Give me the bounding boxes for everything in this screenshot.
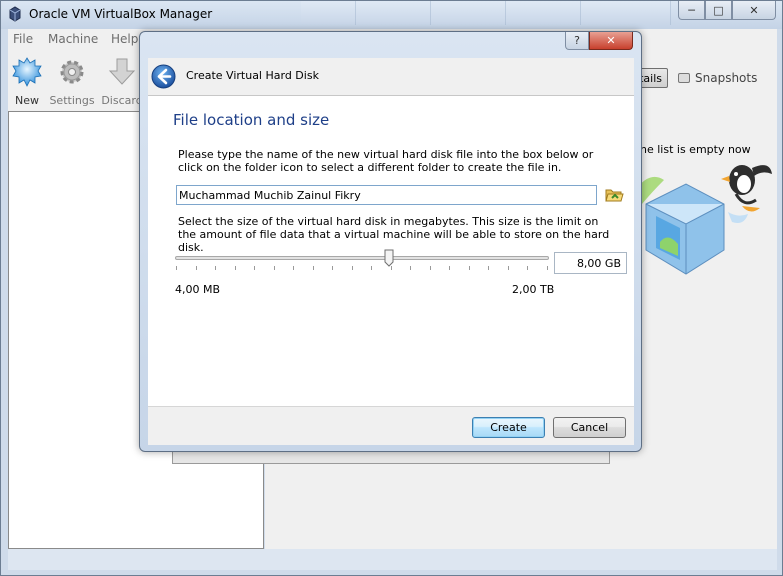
dialog-header: Create Virtual Hard Disk xyxy=(148,58,634,95)
slider-max-label: 2,00 TB xyxy=(512,283,555,296)
file-location-input[interactable] xyxy=(176,185,597,205)
slider-tick xyxy=(430,266,431,270)
slider-handle[interactable] xyxy=(384,249,394,267)
cancel-button[interactable]: Cancel xyxy=(553,417,626,438)
snapshots-label: Snapshots xyxy=(695,71,758,85)
slider-tick xyxy=(410,266,411,270)
slider-tick xyxy=(196,266,197,270)
slider-tick xyxy=(293,266,294,270)
slider-tick xyxy=(488,266,489,270)
slider-tick xyxy=(391,266,392,270)
window-caption-buttons: ─ □ ✕ xyxy=(678,1,776,21)
dialog-caption-buttons: ? ✕ xyxy=(565,32,633,50)
minimize-icon: ─ xyxy=(688,3,695,17)
settings-label: Settings xyxy=(49,94,95,107)
dialog-page: File location and size Please type the n… xyxy=(148,95,634,406)
camera-icon xyxy=(678,73,690,83)
close-icon: ✕ xyxy=(749,3,759,17)
slider-tick xyxy=(547,266,548,270)
slider-tick xyxy=(508,266,509,270)
virtualbox-app-icon xyxy=(9,6,21,22)
maximize-icon: □ xyxy=(713,3,724,17)
window-bottom-border xyxy=(8,549,777,570)
slider-tick xyxy=(254,266,255,270)
slider-groove xyxy=(175,256,549,260)
page-title: File location and size xyxy=(173,111,330,129)
discard-arrow-icon xyxy=(108,58,136,85)
dialog-title: Create Virtual Hard Disk xyxy=(186,69,319,82)
folder-open-icon[interactable] xyxy=(604,185,624,205)
slider-tick xyxy=(235,266,236,270)
title-bar: Oracle VM VirtualBox Manager ─ □ ✕ xyxy=(1,1,782,29)
menu-help[interactable]: Help xyxy=(111,32,138,46)
location-instructions: Please type the name of the new virtual … xyxy=(178,148,594,174)
dialog-help-button[interactable]: ? xyxy=(565,32,589,50)
close-icon: ✕ xyxy=(606,34,616,47)
new-star-icon xyxy=(12,57,42,87)
slider-tick xyxy=(313,266,314,270)
virtualbox-mascot-illustration xyxy=(634,165,772,275)
slider-tick xyxy=(527,266,528,270)
create-virtual-hard-disk-dialog: ? ✕ Create Virtual Hard Disk File locati… xyxy=(139,31,642,452)
slider-tick xyxy=(449,266,450,270)
maximize-button[interactable]: □ xyxy=(705,1,732,20)
slider-min-label: 4,00 MB xyxy=(175,283,221,296)
menu-file[interactable]: File xyxy=(13,32,33,46)
slider-tick xyxy=(274,266,275,270)
new-label: New xyxy=(15,94,39,107)
gear-icon xyxy=(60,60,84,84)
menu-machine[interactable]: Machine xyxy=(48,32,98,46)
tab-snapshots[interactable]: Snapshots xyxy=(678,68,768,88)
minimize-button[interactable]: ─ xyxy=(678,1,705,20)
slider-tick xyxy=(332,266,333,270)
slider-tick xyxy=(371,266,372,270)
create-button[interactable]: Create xyxy=(472,417,545,438)
back-arrow-icon[interactable] xyxy=(151,64,176,89)
slider-tick xyxy=(176,266,177,270)
background-progress-frame xyxy=(172,452,610,464)
size-slider[interactable] xyxy=(175,248,549,274)
slider-tick xyxy=(215,266,216,270)
settings-button[interactable]: Settings xyxy=(49,57,95,107)
background-taskbar-tabs xyxy=(301,1,671,25)
slider-tick xyxy=(469,266,470,270)
dialog-close-button[interactable]: ✕ xyxy=(589,32,633,50)
help-icon: ? xyxy=(574,34,580,47)
window-title: Oracle VM VirtualBox Manager xyxy=(29,7,213,21)
new-button[interactable]: New xyxy=(4,57,50,107)
size-value-field[interactable]: 8,00 GB xyxy=(554,252,627,274)
close-button[interactable]: ✕ xyxy=(732,1,776,20)
dialog-button-bar: Create Cancel xyxy=(148,406,634,445)
slider-tick xyxy=(352,266,353,270)
